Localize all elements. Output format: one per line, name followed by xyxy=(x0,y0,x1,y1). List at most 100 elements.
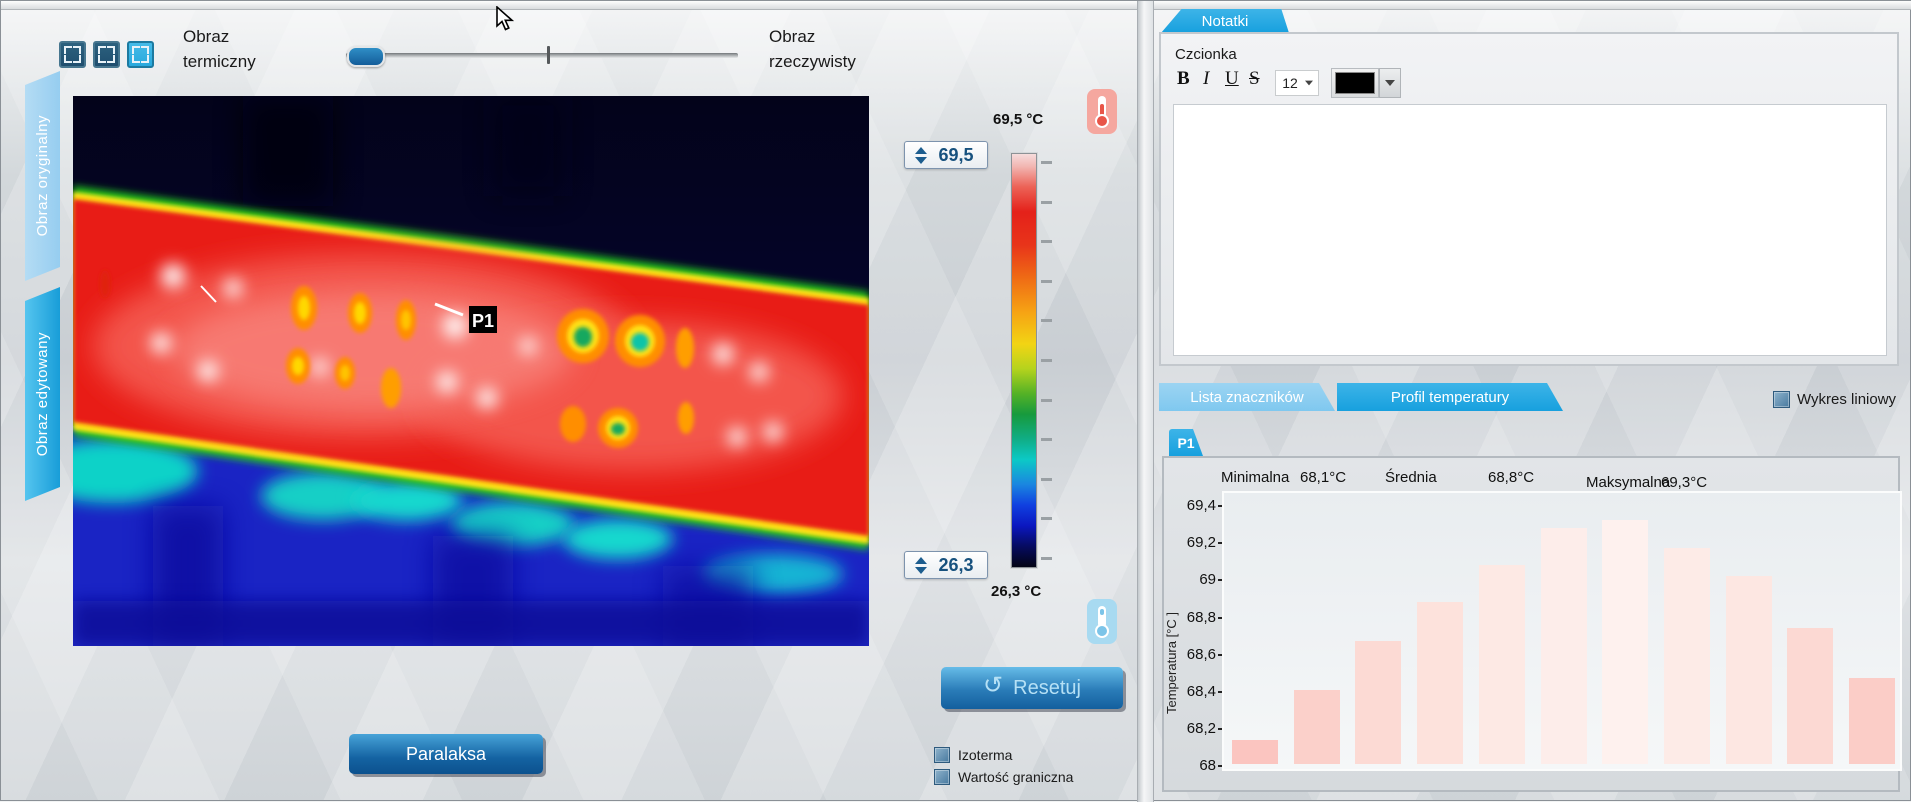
scale-tick xyxy=(1041,161,1052,164)
scale-tick xyxy=(1041,319,1052,322)
wartosc-graniczna-label: Wartość graniczna xyxy=(958,769,1073,785)
font-section-label: Czcionka xyxy=(1175,46,1237,63)
image-blend-slider-thumb[interactable] xyxy=(347,46,385,67)
stat-max-value: 69,3°C xyxy=(1661,474,1707,491)
tab-notatki-label: Notatki xyxy=(1202,13,1249,30)
spinner-updown-icon[interactable] xyxy=(911,147,931,164)
scale-tick xyxy=(1041,240,1052,243)
stat-min-label: Minimalna xyxy=(1221,469,1289,486)
scale-tick xyxy=(1041,359,1052,362)
underline-button[interactable]: U xyxy=(1225,68,1239,90)
stat-max-label: Maksymalna xyxy=(1586,474,1670,491)
tab-obraz-edytowany[interactable]: Obraz edytowany xyxy=(25,287,60,501)
real-image-label: Obraz rzeczywisty xyxy=(769,25,856,74)
tab-profil-temperatury[interactable]: Profil temperatury xyxy=(1337,383,1563,411)
color-swatch-black xyxy=(1335,72,1375,94)
font-size-value: 12 xyxy=(1276,75,1304,91)
selection-area-small-button[interactable] xyxy=(59,41,86,68)
scale-tick xyxy=(1041,399,1052,402)
y-tick-label: 68,4 xyxy=(1170,683,1216,700)
temperature-bar xyxy=(1787,628,1833,764)
reset-icon: ↺ xyxy=(983,674,1003,698)
scale-min-caption: 26,3 °C xyxy=(991,583,1041,600)
notes-textarea[interactable] xyxy=(1173,104,1887,356)
paralaksa-button-label: Paralaksa xyxy=(406,744,486,765)
tab-obraz-oryginalny[interactable]: Obraz oryginalny xyxy=(25,71,60,281)
panel-splitter[interactable] xyxy=(1137,1,1154,802)
temperature-bar xyxy=(1664,548,1710,764)
chart-plot-area xyxy=(1222,491,1902,771)
stat-avg-value: 68,8°C xyxy=(1488,469,1534,486)
chevron-down-icon xyxy=(1305,81,1313,86)
scale-tick xyxy=(1041,280,1052,283)
temperature-color-scale xyxy=(1011,153,1037,568)
chevron-down-icon xyxy=(1385,80,1395,86)
wartosc-graniczna-checkbox[interactable] xyxy=(934,769,950,785)
paralaksa-button[interactable]: Paralaksa xyxy=(349,734,543,774)
thermal-image-label: Obraz termiczny xyxy=(183,25,256,74)
spinner-updown-icon[interactable] xyxy=(911,557,931,574)
crop-corners-icon xyxy=(98,46,115,63)
crop-corners-icon xyxy=(132,46,149,63)
bold-button[interactable]: B xyxy=(1177,68,1190,90)
scale-max-spinner[interactable]: 69,5 xyxy=(904,141,988,169)
thermometer-cold-icon[interactable] xyxy=(1087,599,1117,644)
reset-button-label: Resetuj xyxy=(1013,677,1081,700)
y-tick-label: 69 xyxy=(1170,571,1216,588)
marker-p1[interactable]: P1 xyxy=(469,306,497,333)
tab-lista-znacznikow-label: Lista znaczników xyxy=(1190,389,1303,406)
marker-p1-label: P1 xyxy=(472,311,494,331)
wykres-liniowy-checkbox[interactable] xyxy=(1773,391,1790,408)
notes-panel: Czcionka B I U S 12 xyxy=(1159,32,1899,366)
izoterma-checkbox[interactable] xyxy=(934,747,950,763)
scale-tick xyxy=(1041,438,1052,441)
scale-min-spinner[interactable]: 26,3 xyxy=(904,551,988,579)
font-color-swatch[interactable] xyxy=(1331,68,1379,98)
tab-marker-p1-label: P1 xyxy=(1177,435,1194,451)
thermal-image[interactable]: P1 xyxy=(73,96,869,646)
strikethrough-button[interactable]: S xyxy=(1249,68,1260,90)
temperature-bar xyxy=(1602,520,1648,764)
thermometer-hot-icon[interactable] xyxy=(1087,89,1117,134)
tab-lista-znacznikow[interactable]: Lista znaczników xyxy=(1159,383,1335,411)
tab-notatki[interactable]: Notatki xyxy=(1161,9,1289,33)
tab-profil-temperatury-label: Profil temperatury xyxy=(1391,389,1509,406)
wykres-liniowy-label: Wykres liniowy xyxy=(1797,391,1896,408)
scale-tick xyxy=(1041,517,1052,520)
scale-tick xyxy=(1041,201,1052,204)
scale-min-value: 26,3 xyxy=(931,555,987,576)
crop-corners-icon xyxy=(64,46,81,63)
temperature-bar xyxy=(1232,740,1278,764)
selection-area-medium-button[interactable] xyxy=(93,41,120,68)
stat-min-value: 68,1°C xyxy=(1300,469,1346,486)
thermal-analysis-app: { "window": {"note": "thermal image anal… xyxy=(0,0,1911,801)
temperature-bar xyxy=(1479,565,1525,764)
tab-marker-p1[interactable]: P1 xyxy=(1169,429,1203,456)
temperature-bar xyxy=(1294,690,1340,764)
selection-area-full-button[interactable] xyxy=(127,41,154,68)
italic-button[interactable]: I xyxy=(1203,68,1209,90)
scale-max-value: 69,5 xyxy=(931,145,987,166)
image-blend-slider-track[interactable] xyxy=(346,53,738,58)
tab-obraz-oryginalny-label: Obraz oryginalny xyxy=(34,115,51,236)
scale-tick xyxy=(1041,478,1052,481)
y-tick-label: 68,6 xyxy=(1170,646,1216,663)
font-size-select[interactable]: 12 xyxy=(1275,70,1319,96)
temperature-bar xyxy=(1355,641,1401,764)
scale-max-caption: 69,5 °C xyxy=(993,111,1043,128)
y-tick-label: 69,2 xyxy=(1170,534,1216,551)
temperature-bar xyxy=(1726,576,1772,764)
y-tick-label: 68,2 xyxy=(1170,720,1216,737)
y-tick-label: 68 xyxy=(1170,757,1216,774)
y-tick-label: 68,8 xyxy=(1170,609,1216,626)
y-tick-label: 69,4 xyxy=(1170,497,1216,514)
window-top-strip xyxy=(1,1,1911,10)
temperature-bar xyxy=(1849,678,1895,764)
bar-series xyxy=(1224,493,1900,769)
temperature-bar xyxy=(1417,602,1463,764)
izoterma-label: Izoterma xyxy=(958,747,1012,763)
slider-center-tick xyxy=(547,46,550,64)
reset-button[interactable]: ↺ Resetuj xyxy=(941,667,1123,709)
font-color-dropdown-button[interactable] xyxy=(1379,68,1401,98)
temperature-bar xyxy=(1541,528,1587,764)
